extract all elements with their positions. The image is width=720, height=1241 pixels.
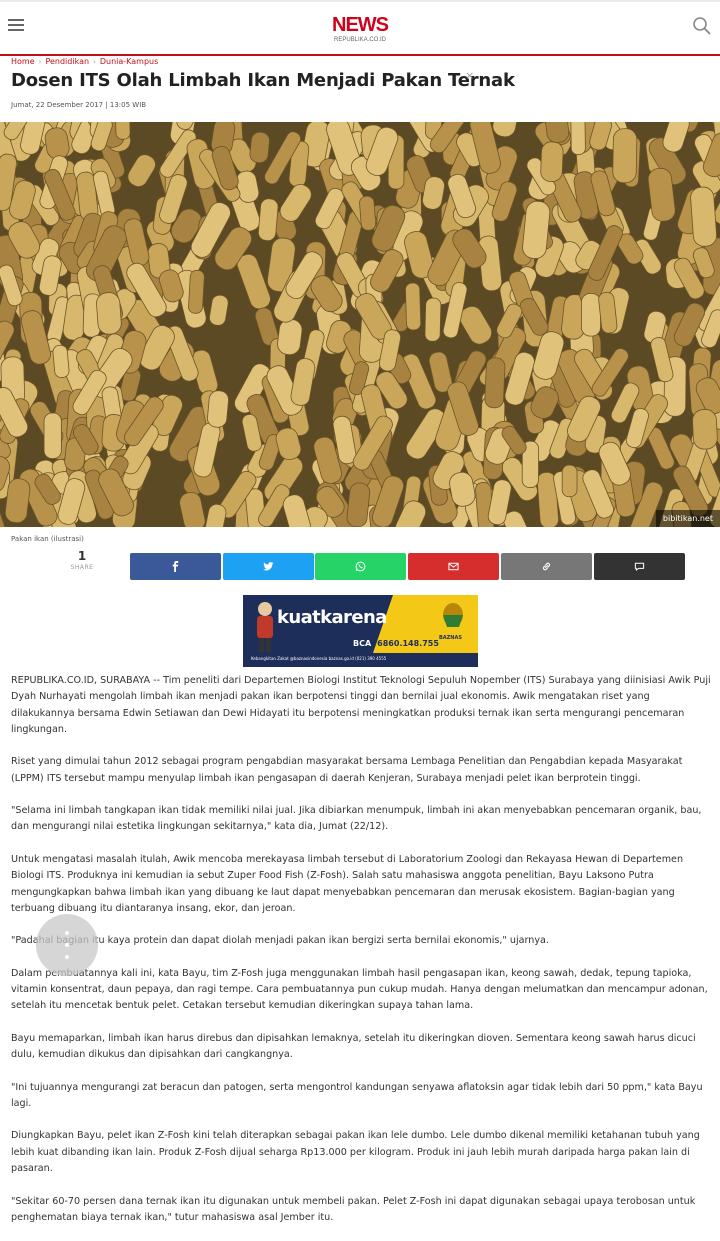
copy-link-button[interactable] (501, 553, 592, 580)
ad-headline: kuatkarenazakat (277, 607, 440, 628)
share-email-button[interactable] (408, 553, 499, 580)
image-caption: Pakan ikan (ilustrasi) (11, 535, 84, 543)
search-icon[interactable] (692, 16, 712, 36)
share-counter: 1 SHARE (60, 549, 104, 571)
paragraph: Riset yang dimulai tahun 2012 sebagai pr… (11, 756, 683, 784)
article-title: Dosen ITS Olah Limbah Ikan Menjadi Pakan… (11, 70, 515, 91)
site-logo[interactable]: NEWS REPUBLIKA.CO.ID (310, 14, 410, 44)
logo-title: NEWS (332, 14, 389, 36)
article-date: Jumat, 22 Desember 2017 | 13:05 WIB (11, 101, 147, 109)
whatsapp-icon (355, 561, 366, 572)
paragraph: REPUBLIKA.CO.ID, SURABAYA -- Tim penelit… (11, 675, 711, 735)
breadcrumb-home[interactable]: Home (11, 57, 35, 66)
link-icon (542, 562, 551, 571)
article-hero-image: bibitikan.net (0, 122, 720, 527)
ad-account-number: 6860.148.755 (377, 639, 439, 648)
chevron-right-icon: › (38, 58, 42, 66)
paragraph: "Selama ini limbah tangkapan ikan tidak … (11, 805, 702, 833)
close-icon[interactable]: × (465, 69, 474, 82)
breadcrumb-dunia-kampus[interactable]: Dunia-Kampus (100, 57, 158, 66)
baznas-ad-banner[interactable]: kuatkarenazakat BCA 6860.148.755 BAZNAS K… (243, 595, 478, 667)
ad-bank: BCA (353, 639, 372, 648)
ad-headline-part3: zakat (386, 607, 440, 628)
more-vertical-icon[interactable] (36, 914, 98, 976)
paragraph: Diungkapkan Bayu, pelet ikan Z-Fosh kini… (11, 1130, 700, 1175)
share-count: 1 (77, 549, 87, 563)
paragraph: Untuk mengatasi masalah itulah, Awik men… (11, 853, 684, 914)
site-header: NEWS REPUBLIKA.CO.ID (0, 2, 720, 56)
article-body: REPUBLIKA.CO.ID, SURABAYA -- Tim penelit… (11, 673, 711, 1241)
share-twitter-button[interactable] (223, 553, 314, 580)
paragraph: "Ini tujuannya mengurangi zat beracun da… (11, 1081, 703, 1109)
ad-org: BAZNAS (439, 635, 462, 641)
comment-icon (634, 562, 645, 571)
share-whatsapp-button[interactable] (315, 553, 406, 580)
comment-button[interactable] (594, 553, 685, 580)
email-icon (448, 562, 459, 571)
share-label: SHARE (70, 564, 94, 571)
hamburger-icon[interactable] (8, 16, 26, 34)
facebook-icon (172, 561, 179, 572)
ad-footer: Kebangkitan Zakat @baznasindonesia bazna… (251, 656, 387, 661)
breadcrumb: Home › Pendidikan › Dunia-Kampus (11, 57, 158, 66)
ad-account: BCA 6860.148.755 (353, 639, 439, 648)
paragraph: "Padahal bagian itu kaya protein dan dap… (11, 935, 549, 947)
ad-headline-part2: karena (320, 607, 387, 628)
share-facebook-button[interactable] (130, 553, 221, 580)
paragraph: "Sekitar 60-70 persen dana ternak ikan i… (11, 1195, 696, 1223)
breadcrumb-pendidikan[interactable]: Pendidikan (45, 57, 89, 66)
paragraph: Bayu memaparkan, limbah ikan harus direb… (11, 1032, 696, 1061)
chevron-right-icon: › (93, 58, 96, 66)
logo-subtitle: REPUBLIKA.CO.ID (333, 37, 386, 43)
ad-headline-part1: kuat (277, 607, 321, 628)
fish-pellet-photo (0, 122, 720, 527)
image-credit: bibitikan.net (655, 510, 720, 527)
twitter-icon (263, 562, 274, 571)
paragraph: Dalam pembuatannya kali ini, kata Bayu, … (11, 967, 708, 1012)
